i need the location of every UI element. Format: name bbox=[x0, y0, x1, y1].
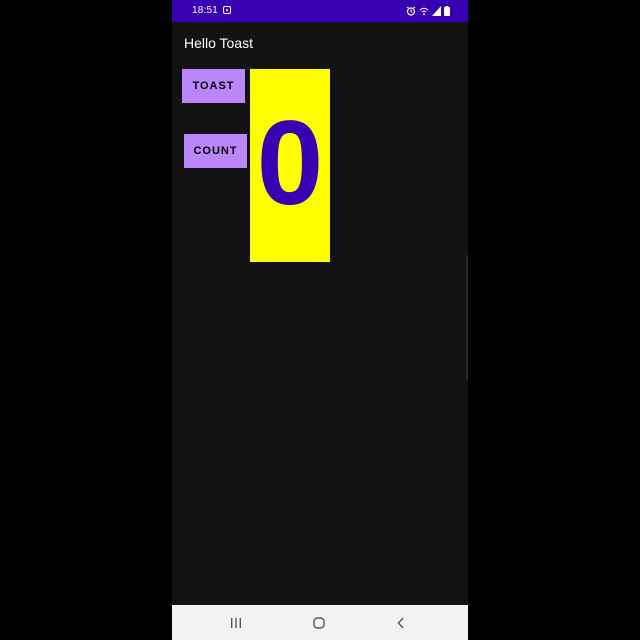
recent-apps-button[interactable] bbox=[216, 605, 256, 640]
home-icon bbox=[313, 616, 325, 629]
recent-apps-icon bbox=[231, 617, 241, 628]
signal-icon bbox=[432, 6, 441, 16]
wifi-call-icon bbox=[419, 7, 429, 16]
toast-button[interactable]: TOAST bbox=[182, 69, 245, 103]
back-button[interactable] bbox=[381, 605, 421, 640]
app-title: Hello Toast bbox=[184, 35, 254, 51]
count-display: 0 bbox=[250, 69, 330, 262]
battery-icon bbox=[444, 6, 450, 16]
back-icon bbox=[397, 617, 404, 628]
navigation-bar bbox=[172, 605, 468, 640]
status-icons bbox=[406, 5, 450, 17]
status-bar: 18:51 bbox=[172, 0, 468, 22]
home-button[interactable] bbox=[299, 605, 339, 640]
alarm-icon bbox=[406, 6, 416, 16]
phone-screen: 18:51 Hello Toast TOAST COUNT 0 bbox=[172, 0, 468, 640]
status-time: 18:51 bbox=[192, 5, 219, 16]
screen-backdrop: 18:51 Hello Toast TOAST COUNT 0 bbox=[0, 0, 640, 640]
count-button[interactable]: COUNT bbox=[184, 134, 247, 168]
edge-panel-handle[interactable] bbox=[466, 255, 468, 380]
instagram-icon bbox=[223, 6, 231, 14]
count-value: 0 bbox=[256, 95, 324, 230]
